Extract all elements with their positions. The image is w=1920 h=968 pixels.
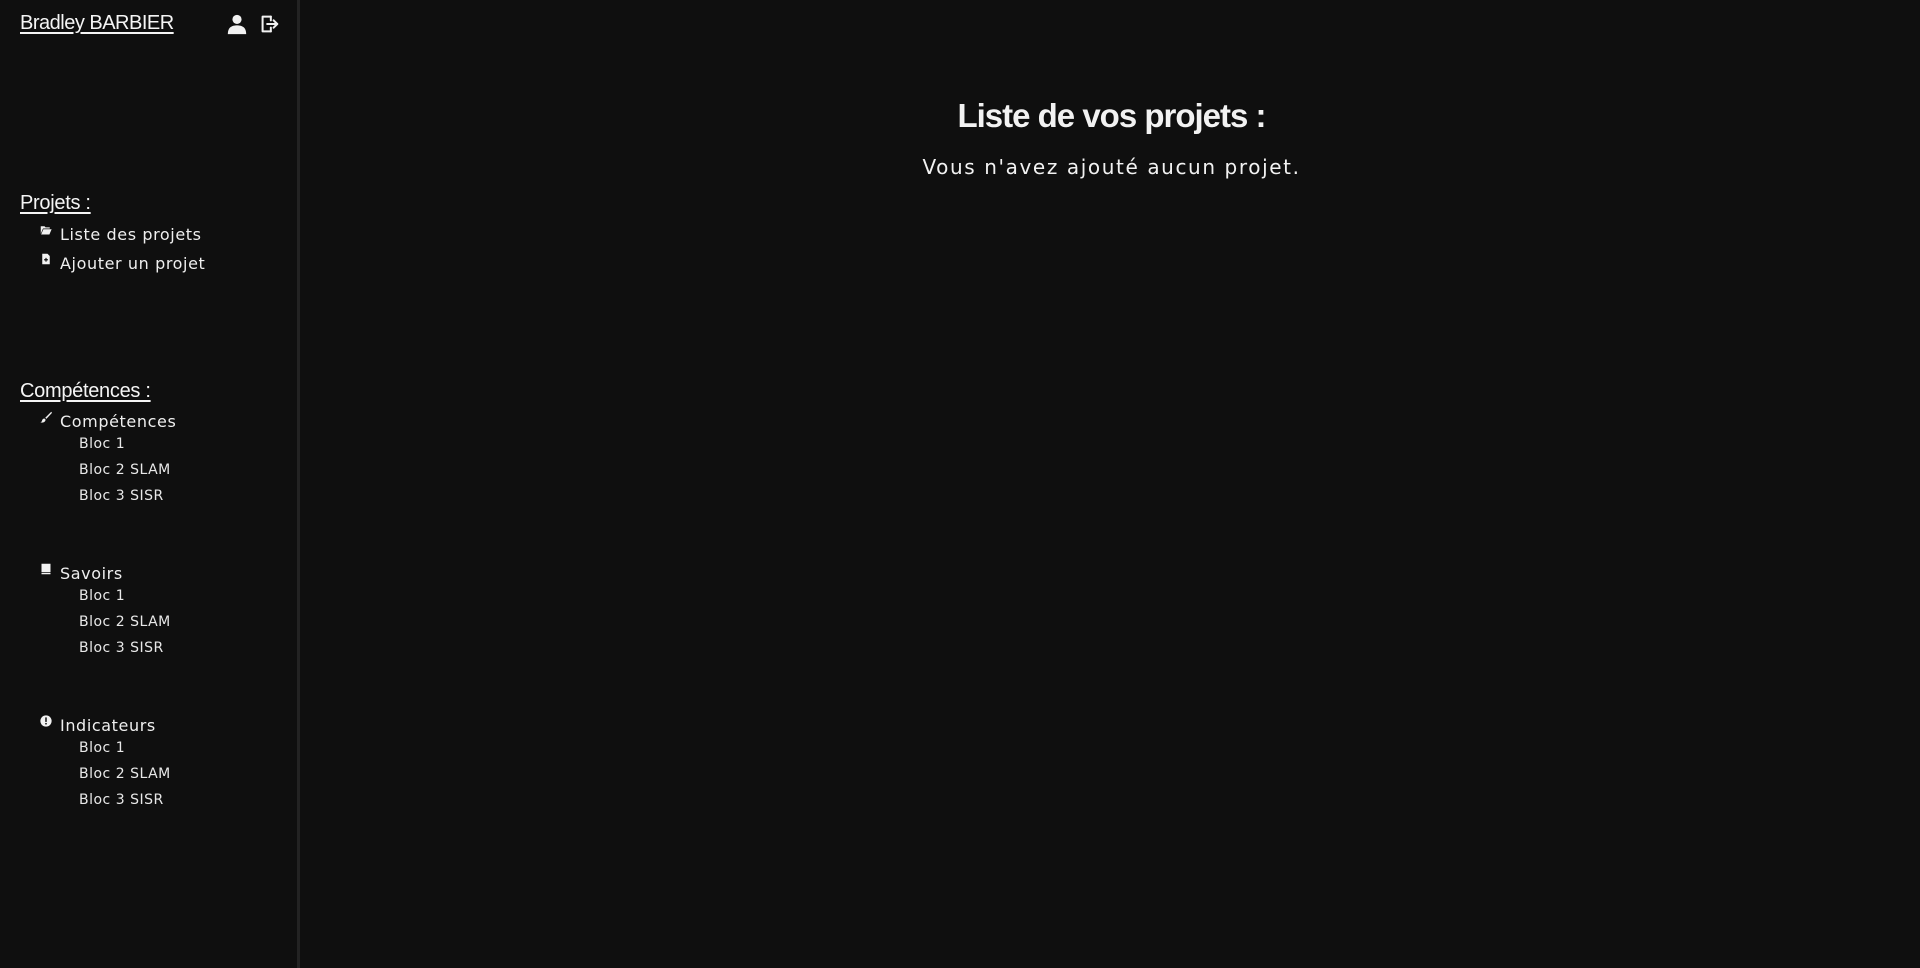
user-bar: Bradley BARBIER xyxy=(20,11,282,39)
user-name-link[interactable]: Bradley BARBIER xyxy=(20,12,174,35)
sub-item-competences-bloc-3-sisr[interactable]: Bloc 3 SISR xyxy=(79,488,164,504)
sub-item-indicateurs-bloc-3-sisr[interactable]: Bloc 3 SISR xyxy=(79,792,164,808)
file-add-icon xyxy=(40,253,54,267)
projects-section-title: Projets : xyxy=(20,192,91,214)
nav-item-competences[interactable]: Compétences xyxy=(40,410,176,432)
nav-item-savoirs[interactable]: Savoirs xyxy=(40,562,123,584)
nav-item-label: Compétences xyxy=(60,411,177,431)
sub-item-savoirs-bloc-3-sisr[interactable]: Bloc 3 SISR xyxy=(79,640,164,656)
nav-item-projects-list[interactable]: Liste des projets xyxy=(40,223,202,245)
logout-icon[interactable] xyxy=(258,13,282,37)
user-profile-icon[interactable] xyxy=(226,13,250,37)
nav-item-indicateurs[interactable]: Indicateurs xyxy=(40,714,156,736)
sub-item-indicateurs-bloc-1[interactable]: Bloc 1 xyxy=(79,740,125,756)
sidebar: Bradley BARBIER Projets : Liste des proj… xyxy=(0,0,300,968)
nav-item-label: Savoirs xyxy=(60,563,123,583)
sub-item-indicateurs-bloc-2-slam[interactable]: Bloc 2 SLAM xyxy=(79,766,171,782)
sub-item-savoirs-bloc-2-slam[interactable]: Bloc 2 SLAM xyxy=(79,614,171,630)
empty-projects-message: Vous n'avez ajouté aucun projet. xyxy=(922,155,1301,179)
nav-item-label: Ajouter un projet xyxy=(60,253,206,273)
skills-section-title: Compétences : xyxy=(20,380,151,402)
sub-item-competences-bloc-1[interactable]: Bloc 1 xyxy=(79,436,125,452)
sub-item-competences-bloc-2-slam[interactable]: Bloc 2 SLAM xyxy=(79,462,171,478)
nav-item-add-project[interactable]: Ajouter un projet xyxy=(40,252,205,274)
folder-open-icon xyxy=(40,224,54,238)
page-title: Liste de vos projets : xyxy=(957,97,1266,134)
book-icon xyxy=(40,563,54,577)
brush-icon xyxy=(40,411,54,425)
main-content: Liste de vos projets : Vous n'avez ajout… xyxy=(303,0,1920,968)
sub-item-savoirs-bloc-1[interactable]: Bloc 1 xyxy=(79,588,125,604)
nav-item-label: Indicateurs xyxy=(60,715,156,735)
nav-item-label: Liste des projets xyxy=(60,224,202,244)
exclamation-circle-icon xyxy=(40,715,54,729)
